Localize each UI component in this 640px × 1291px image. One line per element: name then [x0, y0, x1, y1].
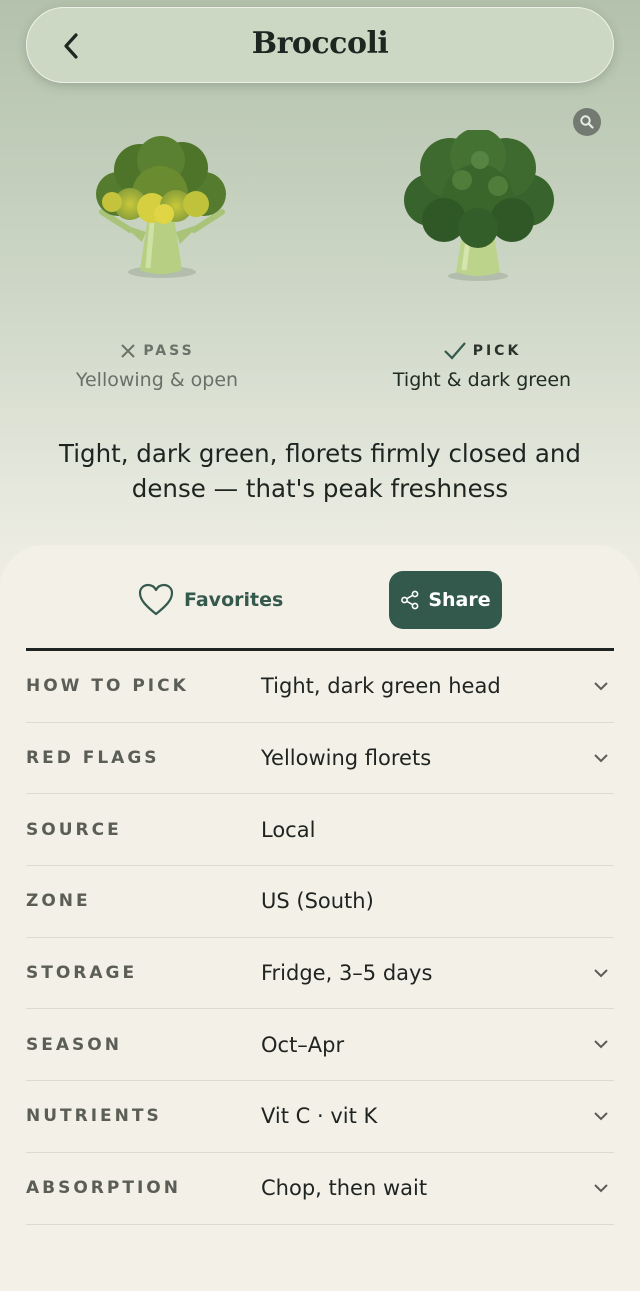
broccoli-pick-image: [404, 130, 554, 281]
share-icon: [401, 590, 419, 610]
detail-row-storage[interactable]: STORAGE Fridge, 3–5 days: [26, 938, 614, 1010]
heart-icon: [138, 583, 174, 616]
pick-tag: PICK: [472, 343, 522, 359]
hero-section: [0, 0, 640, 600]
pass-verdict: PASS Yellowing & open: [27, 340, 287, 391]
detail-value: Local: [261, 817, 316, 842]
page-title: Broccoli: [251, 26, 389, 61]
favorites-label: Favorites: [184, 589, 284, 611]
detail-value: US (South): [261, 889, 374, 914]
detail-value: Tight, dark green head: [261, 674, 501, 699]
check-icon: [443, 342, 466, 360]
detail-row-season[interactable]: SEASON Oct–Apr: [26, 1009, 614, 1082]
chevron-down-icon[interactable]: [592, 1035, 610, 1053]
detail-label: HOW TO PICK: [26, 676, 189, 697]
favorites-button[interactable]: Favorites: [138, 581, 283, 619]
detail-label: ZONE: [26, 891, 91, 912]
detail-row-red-flags[interactable]: RED FLAGS Yellowing florets: [26, 723, 614, 795]
detail-label: RED FLAGS: [26, 748, 160, 769]
detail-row-nutrients[interactable]: NUTRIENTS Vit C · vit K: [26, 1081, 614, 1153]
detail-value: Oct–Apr: [261, 1032, 345, 1057]
chevron-down-icon[interactable]: [592, 964, 610, 982]
top-bar: Broccoli: [26, 7, 614, 83]
detail-label: SOURCE: [26, 819, 122, 840]
chevron-down-icon[interactable]: [592, 1107, 610, 1125]
detail-value: Chop, then wait: [261, 1176, 428, 1201]
detail-row-absorption[interactable]: ABSORPTION Chop, then wait: [26, 1153, 614, 1225]
share-label: Share: [428, 589, 491, 611]
x-icon: [121, 344, 136, 358]
detail-row-source: SOURCE Local: [26, 794, 614, 867]
chevron-down-icon[interactable]: [592, 749, 610, 767]
zoom-icon: [580, 115, 594, 129]
chevron-down-icon[interactable]: [592, 677, 610, 695]
detail-value: Fridge, 3–5 days: [261, 961, 433, 986]
detail-label: STORAGE: [26, 963, 138, 984]
zoom-button[interactable]: [573, 108, 601, 136]
detail-value: Vit C · vit K: [261, 1104, 378, 1129]
detail-label: SEASON: [26, 1034, 122, 1055]
detail-row-zone: ZONE US (South): [26, 866, 614, 938]
detail-label: NUTRIENTS: [26, 1106, 162, 1127]
pass-description: Yellowing & open: [75, 369, 239, 391]
details-table: HOW TO PICK Tight, dark green head RED F…: [26, 651, 614, 1225]
broccoli-pass-image: [96, 136, 226, 278]
detail-row-how-to-pick[interactable]: HOW TO PICK Tight, dark green head: [26, 651, 614, 723]
detail-value: Yellowing florets: [261, 746, 432, 771]
detail-label: ABSORPTION: [26, 1178, 181, 1199]
pick-description: Tight & dark green: [392, 369, 572, 391]
pick-verdict: PICK Tight & dark green: [352, 340, 612, 391]
chevron-down-icon[interactable]: [592, 1179, 610, 1197]
pass-tag: PASS: [143, 343, 195, 359]
freshness-headline: Tight, dark green, florets firmly closed…: [59, 439, 581, 503]
share-button[interactable]: Share: [389, 571, 502, 629]
